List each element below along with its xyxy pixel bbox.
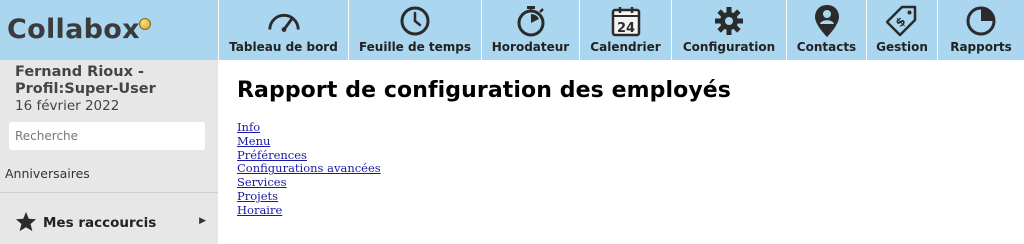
logo[interactable]: Collabox xyxy=(0,0,218,60)
nav-timesheet[interactable]: Feuille de temps xyxy=(348,0,481,60)
current-date: 16 février 2022 xyxy=(15,98,120,114)
link-info[interactable]: Info xyxy=(237,120,537,135)
nav-dashboard[interactable]: Tableau de bord xyxy=(218,0,348,60)
nav-label: Gestion xyxy=(876,40,928,54)
nav-reports[interactable]: Rapports xyxy=(937,0,1024,60)
clock-icon xyxy=(397,5,433,37)
nav-management[interactable]: $ Gestion xyxy=(866,0,937,60)
link-schedule[interactable]: Horaire xyxy=(237,203,537,218)
link-menu[interactable]: Menu xyxy=(237,134,537,149)
sidebar: Fernand Rioux - Profil:Super-User 16 fév… xyxy=(0,60,218,244)
nav-label: Rapports xyxy=(950,40,1012,54)
link-projects[interactable]: Projets xyxy=(237,189,537,204)
nav-label: Horodateur xyxy=(491,40,570,54)
calendar-icon: 24 xyxy=(608,5,644,37)
search-input[interactable] xyxy=(9,122,205,150)
user-name: Fernand Rioux - Profil:Super-User xyxy=(15,64,156,97)
link-preferences[interactable]: Préférences xyxy=(237,148,537,163)
gauge-icon xyxy=(266,5,302,37)
pie-chart-icon xyxy=(963,5,999,37)
nav-label: Configuration xyxy=(682,40,776,54)
nav-contacts[interactable]: Contacts xyxy=(786,0,866,60)
star-icon xyxy=(15,211,37,236)
gear-icon xyxy=(711,5,747,37)
nav-calendar[interactable]: 24 Calendrier xyxy=(579,0,671,60)
stopwatch-icon xyxy=(513,5,549,37)
sidebar-divider xyxy=(0,192,218,193)
contact-pin-icon xyxy=(809,5,845,37)
logo-text: Collabox xyxy=(7,14,140,45)
nav-label: Contacts xyxy=(796,40,857,54)
logo-dot-icon xyxy=(139,18,151,30)
calendar-day: 24 xyxy=(616,21,634,36)
price-tag-icon: $ xyxy=(884,5,920,37)
link-services[interactable]: Services xyxy=(237,175,537,190)
main-content: Rapport de configuration des employés In… xyxy=(237,78,732,217)
top-bar: Collabox Tableau de bord Feuille de temp… xyxy=(0,0,1024,60)
page-title: Rapport de configuration des employés xyxy=(237,78,732,103)
shortcuts-label: Mes raccourcis xyxy=(43,215,157,231)
main-nav: Tableau de bord Feuille de temps Horodat… xyxy=(218,0,1024,60)
nav-label: Feuille de temps xyxy=(358,40,472,54)
birthdays-link[interactable]: Anniversaires xyxy=(5,166,90,181)
link-advanced-config[interactable]: Configurations avancées xyxy=(237,162,537,176)
nav-label: Tableau de bord xyxy=(229,40,338,54)
shortcuts-menu[interactable]: Mes raccourcis ▶ xyxy=(15,211,210,235)
chevron-right-icon: ▶ xyxy=(199,216,206,226)
report-links: Info Menu Préférences Configurations ava… xyxy=(237,120,537,218)
nav-punch-clock[interactable]: Horodateur xyxy=(481,0,579,60)
nav-label: Calendrier xyxy=(590,40,661,54)
nav-configuration[interactable]: Configuration xyxy=(671,0,786,60)
